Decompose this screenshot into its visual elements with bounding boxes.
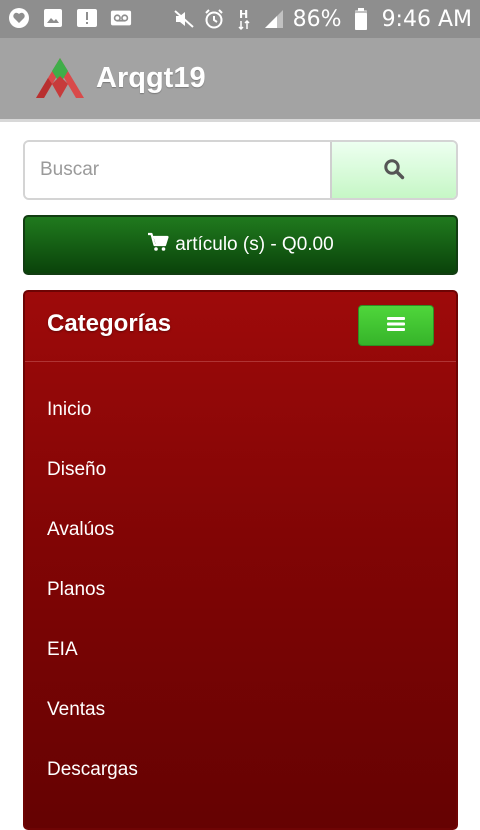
battery-percent: 86% <box>292 6 342 32</box>
status-bar: H 86% 9:46 AM <box>0 0 480 38</box>
arqgt19-logo[interactable] <box>32 54 88 104</box>
search-button[interactable] <box>332 142 456 198</box>
hamburger-icon <box>386 316 406 335</box>
search-bar <box>23 140 458 200</box>
voicemail-icon <box>110 7 132 29</box>
signal-icon <box>263 8 285 30</box>
alarm-icon <box>203 8 225 30</box>
notification-icon <box>8 7 30 29</box>
category-item-planos[interactable]: Planos <box>25 560 456 620</box>
search-icon <box>383 158 405 183</box>
status-time: 9:46 AM <box>381 6 472 32</box>
app-title[interactable]: Arqgt19 <box>96 62 206 95</box>
shopping-cart-icon <box>147 232 169 258</box>
category-item-ventas[interactable]: Ventas <box>25 680 456 740</box>
status-left-icons <box>8 7 132 29</box>
cart-button[interactable]: artículo (s) - Q0.00 <box>23 215 458 275</box>
categories-header: Categorías <box>25 292 456 362</box>
image-icon <box>42 7 64 29</box>
battery-icon <box>350 8 372 30</box>
categories-title: Categorías <box>47 310 172 337</box>
category-item-inicio[interactable]: Inicio <box>25 380 456 440</box>
category-item-descargas[interactable]: Descargas <box>25 740 456 800</box>
categories-panel: Categorías Inicio Diseño Avalúos Planos … <box>23 290 458 830</box>
categories-list: Inicio Diseño Avalúos Planos EIA Ventas … <box>25 362 456 800</box>
categories-toggle-button[interactable] <box>358 305 434 346</box>
network-type-icon: H <box>233 8 255 31</box>
status-right-icons: H 86% 9:46 AM <box>173 0 472 38</box>
cart-summary: artículo (s) - Q0.00 <box>175 234 334 255</box>
alert-icon <box>76 7 98 29</box>
category-item-eia[interactable]: EIA <box>25 620 456 680</box>
mute-icon <box>173 8 195 30</box>
app-header: Arqgt19 <box>0 38 480 122</box>
category-item-avaluos[interactable]: Avalúos <box>25 500 456 560</box>
category-item-diseno[interactable]: Diseño <box>25 440 456 500</box>
svg-text:H: H <box>239 8 248 21</box>
search-input[interactable] <box>25 142 332 198</box>
